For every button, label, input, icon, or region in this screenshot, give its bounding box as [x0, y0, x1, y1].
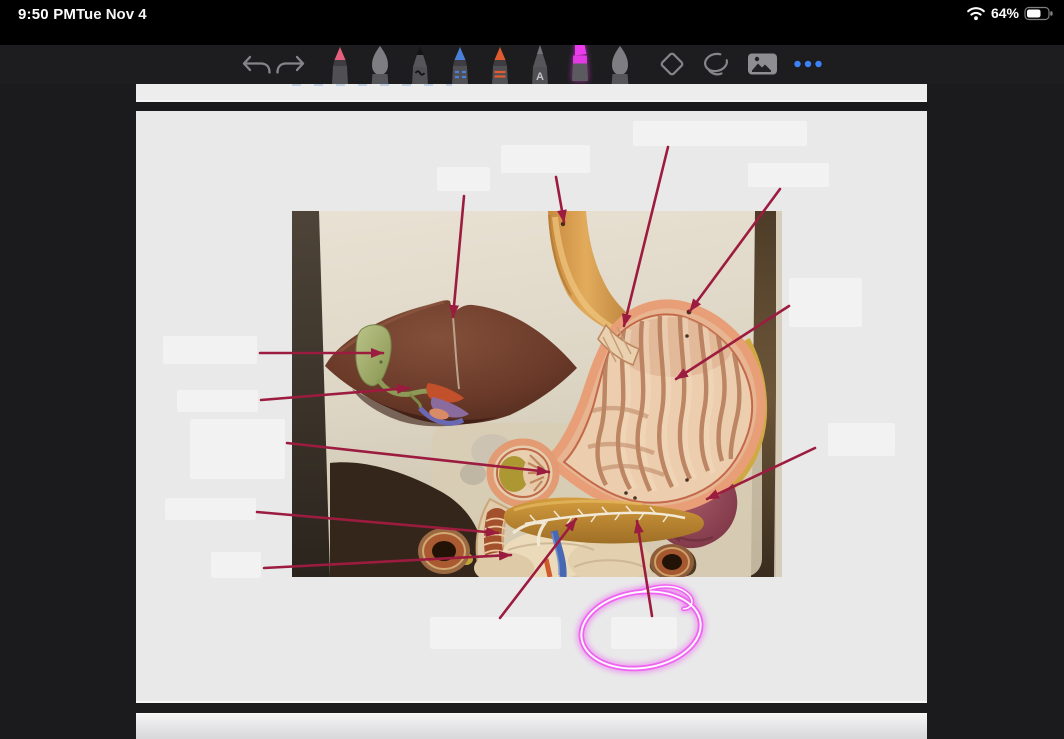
battery-icon [1024, 6, 1054, 21]
tool-pencil-black[interactable] [400, 45, 440, 84]
toolbar: A [0, 45, 1064, 84]
image-icon[interactable] [748, 54, 777, 75]
more-icon[interactable] [794, 61, 821, 67]
eraser-icon[interactable] [661, 53, 684, 76]
anatomy-model-photo[interactable] [292, 211, 782, 577]
tool-list: A [320, 45, 640, 84]
battery-percent: 64% [991, 5, 1019, 21]
lasso-icon[interactable] [703, 52, 728, 74]
tool-highlighter-blue[interactable] [360, 45, 400, 84]
svg-text:A: A [536, 71, 544, 83]
previous-page-edge[interactable] [136, 84, 927, 102]
note-canvas[interactable] [0, 84, 1064, 739]
wifi-icon [966, 5, 986, 21]
tool-marker-magenta[interactable] [560, 45, 600, 84]
tool-text-tool[interactable]: A [520, 45, 560, 84]
next-page-edge[interactable] [136, 713, 927, 739]
tool-smudge-tool[interactable] [600, 45, 640, 84]
status-date: Tue Nov 4 [76, 6, 147, 23]
status-bar: 9:50 PM Tue Nov 4 64% [0, 0, 1064, 45]
tool-pen-red[interactable] [320, 45, 360, 84]
redo-button[interactable] [278, 57, 304, 73]
tool-pen-orange-lined[interactable] [480, 45, 520, 84]
note-app-screen: 9:50 PM Tue Nov 4 64% [0, 0, 1064, 739]
clock: 9:50 PM [18, 6, 76, 23]
undo-button[interactable] [244, 57, 270, 73]
tool-pen-blue-dashed[interactable] [440, 45, 480, 84]
